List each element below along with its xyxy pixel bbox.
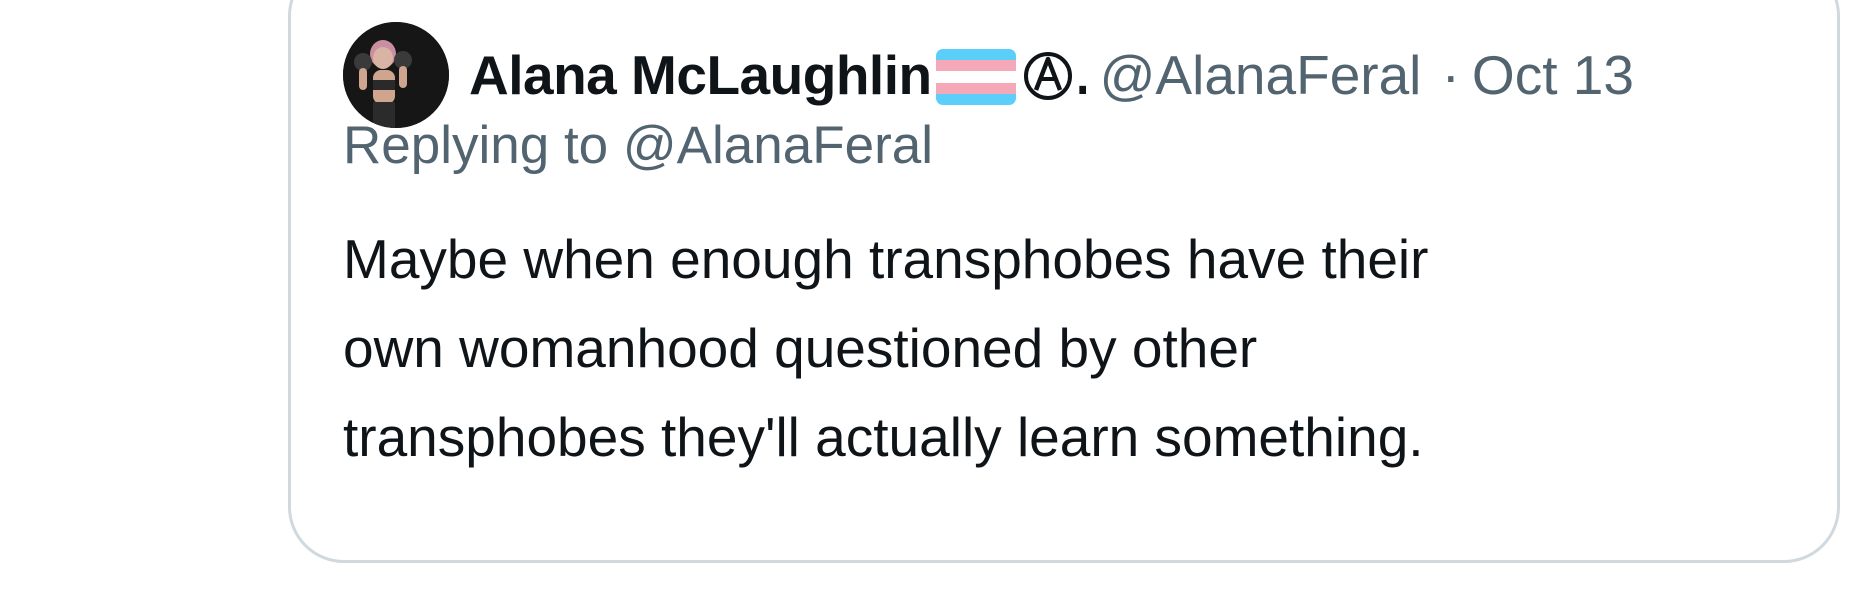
tweet-text-line: transphobes they'll actually learn somet… — [343, 406, 1424, 468]
avatar[interactable] — [343, 22, 449, 128]
tweet-text-line: Maybe when enough transphobes have their — [343, 228, 1429, 290]
quoted-tweet-card[interactable]: Alana McLaughlin . @AlanaFeral · Oct 13 … — [288, 0, 1840, 563]
header-separator: · — [1441, 44, 1460, 106]
transgender-flag-icon — [935, 49, 1016, 105]
tweet-timestamp[interactable]: Oct 13 — [1472, 43, 1634, 107]
author-display-name[interactable]: Alana McLaughlin — [469, 43, 932, 107]
name-truncation-ellipsis: . — [1076, 43, 1086, 107]
tweet-header: Alana McLaughlin . @AlanaFeral · Oct 13 — [343, 20, 1823, 130]
replying-to-label[interactable]: Replying to @AlanaFeral — [343, 115, 933, 176]
author-handle[interactable]: @AlanaFeral — [1100, 43, 1438, 107]
anarchy-symbol-icon — [1022, 50, 1074, 102]
tweet-body-text: Maybe when enough transphobes have their… — [343, 215, 1783, 482]
tweet-text-line: own womanhood questioned by other — [343, 317, 1258, 379]
